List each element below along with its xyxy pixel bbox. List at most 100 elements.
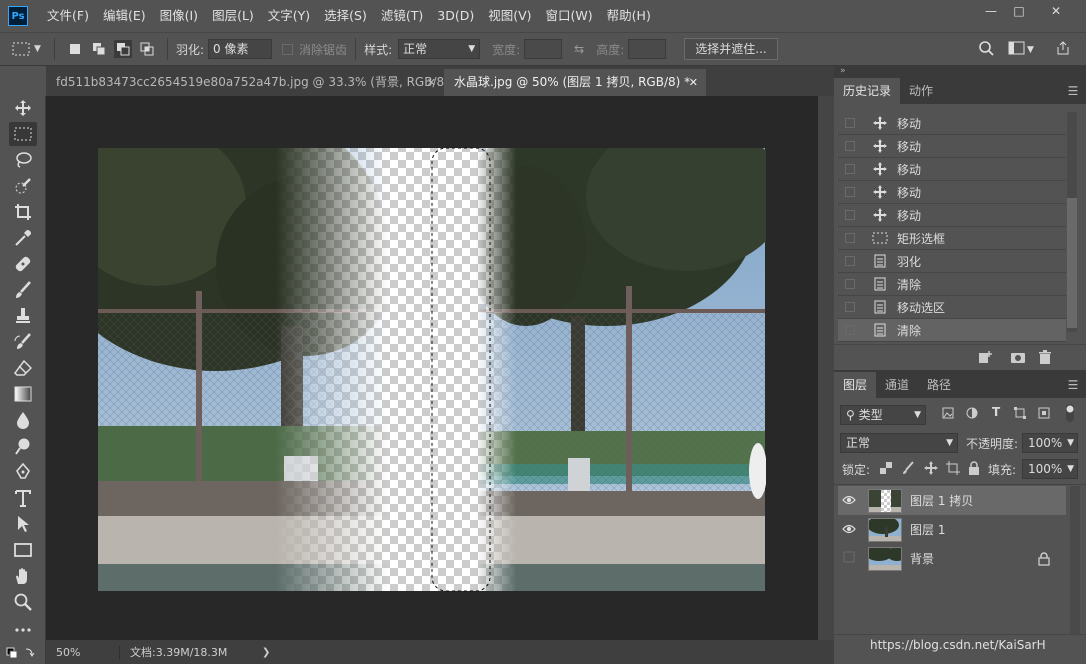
blend-mode-select[interactable]: 正常 ▼ (840, 433, 958, 453)
lock-pixels-icon[interactable] (902, 461, 914, 478)
menu-type[interactable]: 文字(Y) (261, 0, 317, 32)
history-source-checkbox[interactable] (845, 210, 855, 220)
type-filter-icon[interactable]: T (992, 405, 1000, 419)
tab-paths[interactable]: 路径 (918, 372, 960, 398)
menu-3d[interactable]: 3D(D) (430, 0, 481, 32)
intersect-selection-icon[interactable] (138, 40, 156, 58)
layer-row[interactable]: 背景 (838, 544, 1066, 573)
quick-selection-tool-icon[interactable] (9, 174, 37, 198)
history-source-checkbox[interactable] (845, 141, 855, 151)
history-source-checkbox[interactable] (845, 302, 855, 312)
history-item[interactable]: 移动 (838, 181, 1066, 204)
menu-file[interactable]: 文件(F) (40, 0, 96, 32)
tab-layers[interactable]: 图层 (834, 372, 877, 398)
tab-history[interactable]: 历史记录 (834, 78, 901, 104)
history-item[interactable]: 移动 (838, 112, 1066, 135)
zoom-tool-icon[interactable] (9, 590, 37, 614)
history-source-checkbox[interactable] (845, 187, 855, 197)
history-item[interactable]: 羽化 (838, 250, 1066, 273)
style-select[interactable]: 正常 ▼ (398, 39, 481, 59)
history-item[interactable]: 移动 (838, 158, 1066, 181)
close-window-button[interactable]: ✕ (1040, 0, 1072, 22)
feather-input[interactable]: 0 像素 (208, 39, 273, 59)
antialias-checkbox[interactable] (282, 43, 294, 55)
dodge-tool-icon[interactable] (9, 434, 37, 458)
history-source-checkbox[interactable] (845, 279, 855, 289)
tab-channels[interactable]: 通道 (876, 372, 918, 398)
filter-toggle[interactable] (1066, 404, 1074, 425)
rectangle-tool-icon[interactable] (9, 538, 37, 562)
new-selection-icon[interactable] (66, 40, 84, 58)
swap-icon[interactable]: ⇆ (574, 42, 584, 56)
type-tool-icon[interactable] (9, 486, 37, 510)
pixel-filter-icon[interactable] (942, 407, 954, 422)
crop-tool-icon[interactable] (9, 200, 37, 224)
tab-background-document[interactable]: fd511b83473cc2654519e80a752a47b.jpg @ 33… (46, 69, 459, 96)
menu-select[interactable]: 选择(S) (317, 0, 374, 32)
eye-icon[interactable] (838, 551, 860, 566)
share-icon[interactable] (1056, 40, 1070, 59)
more-tools-icon[interactable] (9, 618, 37, 642)
layers-scrollbar[interactable] (1070, 486, 1080, 636)
history-source-checkbox[interactable] (845, 233, 855, 243)
layer-name[interactable]: 图层 1 (910, 521, 945, 538)
history-item[interactable]: 移动 (838, 135, 1066, 158)
document-canvas[interactable] (46, 96, 834, 640)
collapse-panels-icon[interactable]: » (840, 66, 846, 76)
history-brush-tool-icon[interactable] (9, 330, 37, 354)
lock-all-icon[interactable] (968, 461, 980, 478)
menu-help[interactable]: 帮助(H) (600, 0, 658, 32)
eyedropper-tool-icon[interactable] (9, 226, 37, 250)
eye-icon[interactable] (838, 494, 860, 508)
lasso-tool-icon[interactable] (9, 148, 37, 172)
history-source-checkbox[interactable] (845, 164, 855, 174)
select-and-mask-button[interactable]: 选择并遮住... (684, 38, 778, 60)
tab-crystal-ball-document[interactable]: 水晶球.jpg @ 50% (图层 1 拷贝, RGB/8) * ✕ (444, 69, 706, 96)
subtract-selection-icon[interactable] (114, 40, 132, 58)
lock-artboard-icon[interactable] (946, 461, 960, 478)
layer-name[interactable]: 背景 (910, 550, 934, 567)
panel-menu-icon[interactable]: ☰ (1060, 78, 1086, 104)
eye-icon[interactable] (838, 523, 860, 537)
canvas-vertical-scrollbar[interactable] (818, 96, 834, 640)
brush-tool-icon[interactable] (9, 278, 37, 302)
clone-stamp-tool-icon[interactable] (9, 304, 37, 328)
shape-filter-icon[interactable] (1014, 407, 1026, 422)
layer-row[interactable]: 图层 1 拷贝 (838, 486, 1066, 515)
menu-layer[interactable]: 图层(L) (205, 0, 261, 32)
panel-menu-icon[interactable]: ☰ (1060, 372, 1086, 398)
pen-tool-icon[interactable] (9, 460, 37, 484)
trash-icon[interactable] (1038, 350, 1052, 367)
history-source-checkbox[interactable] (845, 256, 855, 266)
search-icon[interactable] (978, 40, 994, 59)
camera-icon[interactable] (1010, 350, 1026, 367)
history-item[interactable]: 移动选区 (838, 296, 1066, 319)
fill-input[interactable]: 100% ▼ (1022, 459, 1078, 479)
adjustment-filter-icon[interactable] (966, 407, 978, 422)
zoom-level[interactable]: 50% (46, 645, 120, 659)
layer-row[interactable]: 图层 1 (838, 515, 1066, 544)
maximize-button[interactable]: □ (1003, 0, 1035, 22)
history-item[interactable]: 矩形选框 (838, 227, 1066, 250)
history-item[interactable]: 移动 (838, 204, 1066, 227)
height-input[interactable] (628, 39, 667, 59)
lock-transparent-icon[interactable] (880, 462, 892, 477)
history-source-checkbox[interactable] (845, 118, 855, 128)
menu-image[interactable]: 图像(I) (153, 0, 205, 32)
lock-position-icon[interactable] (924, 461, 938, 478)
opacity-input[interactable]: 100% ▼ (1022, 433, 1078, 453)
layer-name[interactable]: 图层 1 拷贝 (910, 492, 973, 509)
menu-filter[interactable]: 滤镜(T) (374, 0, 430, 32)
eraser-tool-icon[interactable] (9, 356, 37, 380)
layer-filter-select[interactable]: ⚲ 类型 ▼ (840, 405, 926, 425)
healing-brush-tool-icon[interactable] (9, 252, 37, 276)
history-source-checkbox[interactable] (845, 325, 855, 335)
color-swatches-icon[interactable] (6, 644, 40, 663)
gradient-tool-icon[interactable] (9, 382, 37, 406)
history-scrollbar-thumb[interactable] (1067, 198, 1077, 328)
workspace-icon[interactable]: ▼ (1008, 41, 1034, 58)
path-selection-tool-icon[interactable] (9, 512, 37, 536)
menu-view[interactable]: 视图(V) (481, 0, 538, 32)
marquee-preset-icon[interactable]: ▼ (12, 42, 46, 56)
add-selection-icon[interactable] (90, 40, 108, 58)
